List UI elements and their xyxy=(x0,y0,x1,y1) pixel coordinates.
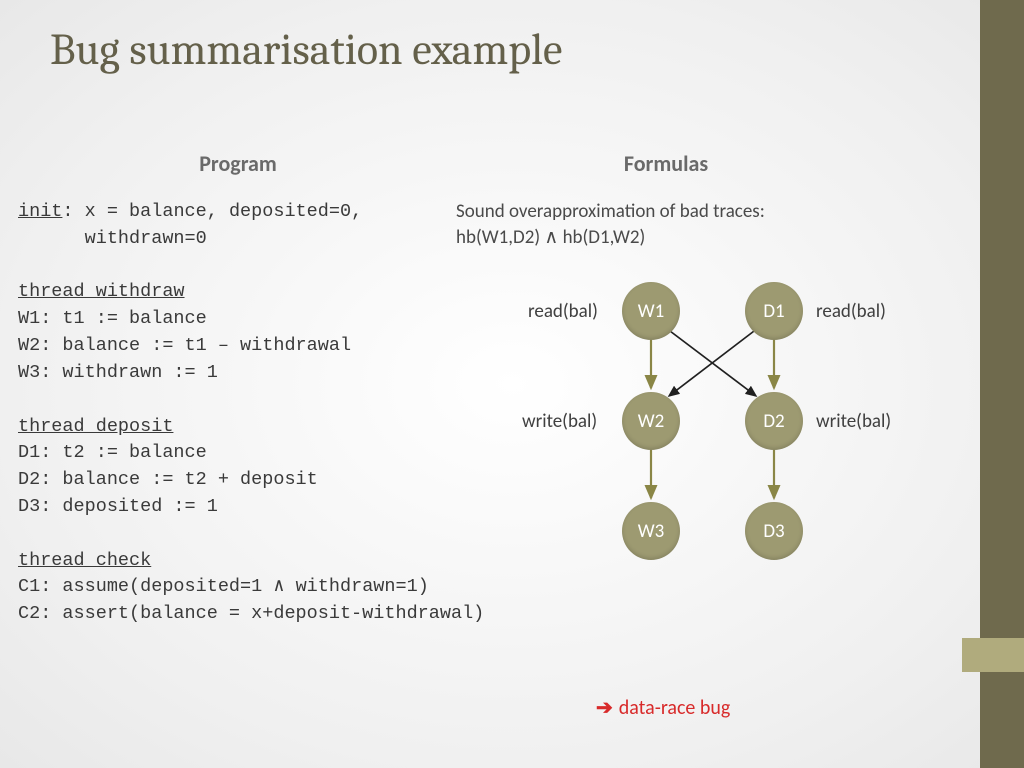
withdraw-label: thread withdraw xyxy=(18,281,185,302)
check-label: thread check xyxy=(18,550,151,571)
side-accent-light xyxy=(962,638,1024,672)
overapprox-text: Sound overapproximation of bad traces: h… xyxy=(456,199,976,250)
withdraw-body: W1: t1 := balance W2: balance := t1 – wi… xyxy=(18,308,351,383)
init-label: init xyxy=(18,201,62,222)
deposit-body: D1: t2 := balance D2: balance := t2 + de… xyxy=(18,442,318,517)
overapprox-line2: hb(W1,D2) ∧ hb(D1,W2) xyxy=(456,225,976,251)
node-w1: W1 xyxy=(622,282,680,340)
program-header: Program xyxy=(18,150,458,177)
node-w2: W2 xyxy=(622,392,680,450)
init-body: : x = balance, deposited=0, withdrawn=0 xyxy=(18,201,362,249)
label-read-right: read(bal) xyxy=(816,300,886,323)
conclusion-text: data-race bug xyxy=(619,696,731,720)
slide-title: Bug summarisation example xyxy=(50,24,562,75)
label-read-left: read(bal) xyxy=(528,300,598,323)
program-code: init: x = balance, deposited=0, withdraw… xyxy=(18,199,458,628)
node-d1: D1 xyxy=(745,282,803,340)
formulas-column: Formulas Sound overapproximation of bad … xyxy=(456,150,976,610)
check-body: C1: assume(deposited=1 ∧ withdrawn=1) C2… xyxy=(18,576,484,624)
conclusion: ➔ data-race bug xyxy=(596,695,730,720)
label-write-right: write(bal) xyxy=(816,410,891,433)
arrow-icon: ➔ xyxy=(596,695,613,720)
formulas-header: Formulas xyxy=(566,150,766,177)
overapprox-line1: Sound overapproximation of bad traces: xyxy=(456,199,976,225)
program-column: Program init: x = balance, deposited=0, … xyxy=(18,150,458,628)
node-d2: D2 xyxy=(745,392,803,450)
node-w3: W3 xyxy=(622,502,680,560)
happens-before-diagram: W1 D1 W2 D2 W3 D3 read(bal) read(bal) wr… xyxy=(456,270,976,610)
label-write-left: write(bal) xyxy=(522,410,597,433)
deposit-label: thread deposit xyxy=(18,416,173,437)
node-d3: D3 xyxy=(745,502,803,560)
